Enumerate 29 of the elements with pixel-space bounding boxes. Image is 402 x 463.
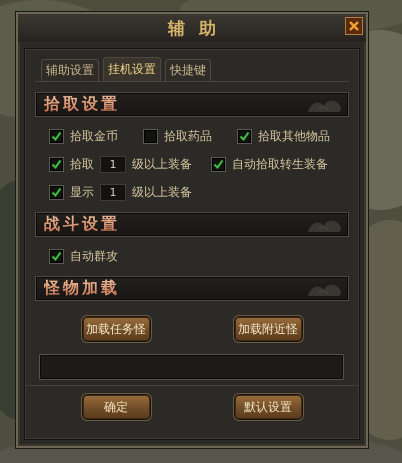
- checkbox[interactable]: [49, 157, 64, 172]
- checkbox-label: 拾取金币: [70, 128, 118, 145]
- dialog-button[interactable]: 默认设置: [234, 394, 302, 420]
- checkbox-label: 自动拾取转生装备: [232, 156, 328, 173]
- checkbox-label: 显示: [70, 184, 94, 201]
- checkbox[interactable]: [237, 129, 252, 144]
- dialog-button[interactable]: 确定: [82, 394, 150, 420]
- checkbox-label: 拾取药品: [164, 128, 212, 145]
- checkbox[interactable]: [143, 129, 158, 144]
- close-icon: [348, 20, 360, 32]
- input-field[interactable]: [39, 354, 344, 380]
- level-suffix: 级以上装备: [132, 184, 192, 201]
- load-button[interactable]: 加载附近怪: [234, 316, 302, 342]
- window-title: 辅助: [166, 18, 230, 40]
- level-input[interactable]: 1: [100, 156, 126, 173]
- close-button[interactable]: [345, 17, 363, 35]
- checkbox[interactable]: [49, 249, 64, 264]
- level-suffix: 级以上装备: [132, 156, 192, 173]
- checkbox[interactable]: [49, 185, 64, 200]
- load-button[interactable]: 加载任务怪: [82, 316, 150, 342]
- tab[interactable]: 挂机设置: [103, 57, 161, 81]
- level-input[interactable]: 1: [100, 184, 126, 201]
- tab[interactable]: 快捷键: [165, 59, 211, 81]
- checkbox-label: 拾取: [70, 156, 94, 173]
- checkbox[interactable]: [49, 129, 64, 144]
- checkbox[interactable]: [211, 157, 226, 172]
- checkbox-label: 自动群攻: [70, 248, 118, 265]
- tab[interactable]: 辅助设置: [41, 59, 99, 81]
- checkbox-label: 拾取其他物品: [258, 128, 330, 145]
